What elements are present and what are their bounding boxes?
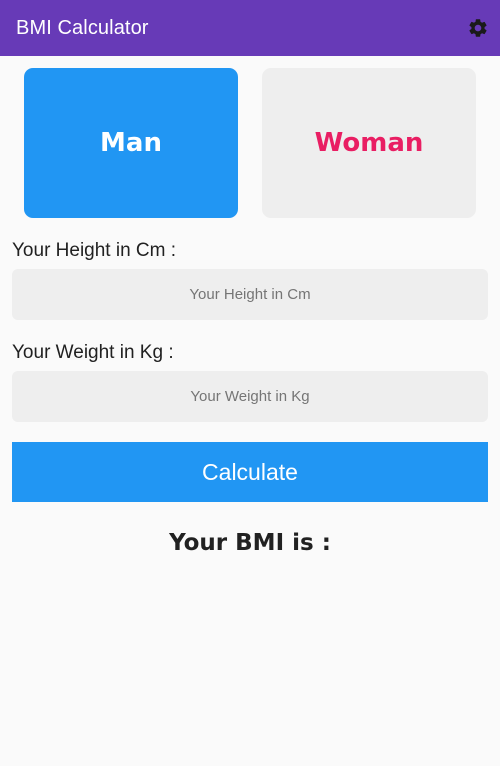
- settings-button[interactable]: [466, 16, 490, 40]
- man-label: Man: [100, 128, 162, 158]
- calculate-button[interactable]: Calculate: [12, 442, 488, 502]
- gender-selector: Man Woman: [0, 68, 500, 218]
- bmi-app-screen: BMI Calculator Man Woman Your Height in …: [0, 0, 500, 766]
- bmi-result-text: Your BMI is :: [169, 530, 331, 556]
- height-input[interactable]: [12, 269, 488, 320]
- app-title: BMI Calculator: [16, 16, 149, 39]
- app-bar: BMI Calculator: [0, 0, 500, 56]
- gear-icon: [469, 19, 487, 37]
- woman-label: Woman: [314, 128, 424, 158]
- height-label: Your Height in Cm :: [12, 240, 177, 261]
- calculate-label: Calculate: [202, 458, 298, 485]
- woman-card[interactable]: Woman: [262, 68, 476, 218]
- weight-input[interactable]: [12, 371, 488, 422]
- man-card[interactable]: Man: [24, 68, 238, 218]
- weight-label: Your Weight in Kg :: [12, 342, 174, 363]
